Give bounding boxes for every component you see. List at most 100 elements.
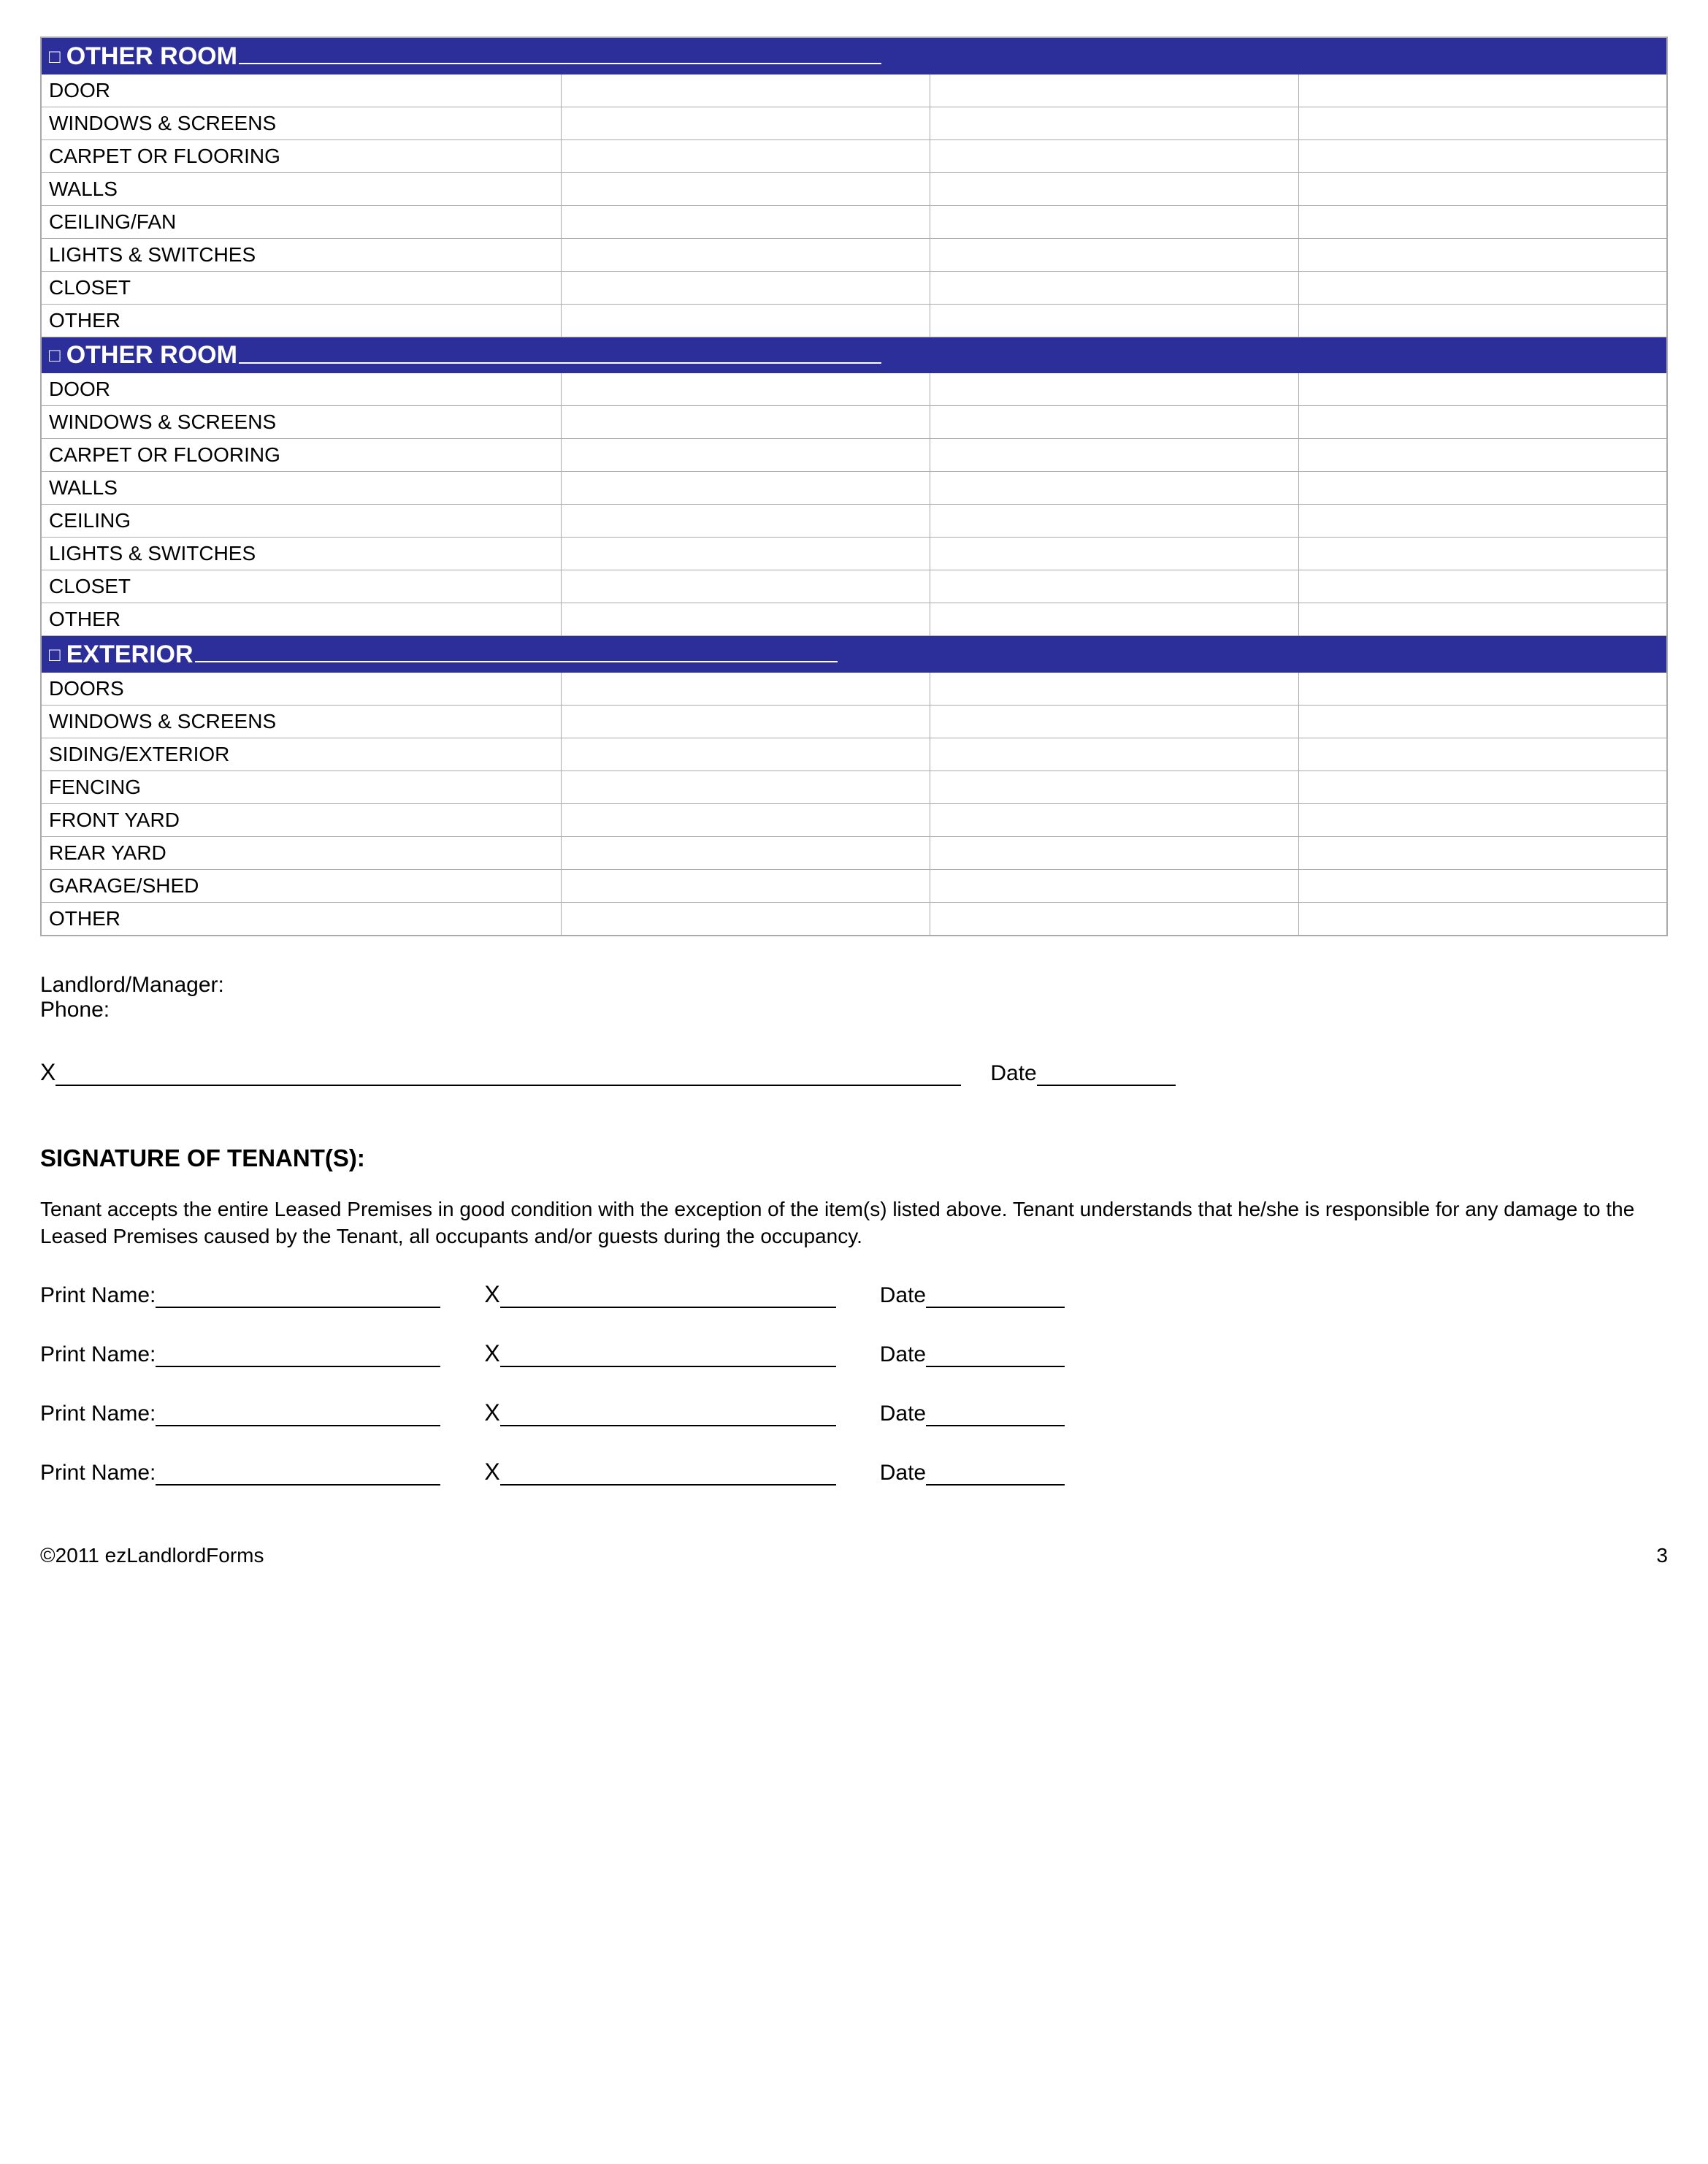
condition-cell[interactable] — [562, 304, 930, 337]
condition-cell[interactable] — [930, 304, 1299, 337]
condition-cell[interactable] — [562, 603, 930, 636]
condition-cell[interactable] — [562, 705, 930, 738]
condition-cell[interactable] — [562, 771, 930, 803]
condition-cell[interactable] — [930, 705, 1299, 738]
condition-cell[interactable] — [562, 271, 930, 304]
condition-cell[interactable] — [562, 570, 930, 603]
condition-cell[interactable] — [1298, 771, 1667, 803]
condition-cell[interactable] — [930, 836, 1299, 869]
checkbox-icon[interactable]: □ — [49, 344, 61, 367]
section-header: □OTHER ROOM — [41, 337, 1667, 373]
tenant-signature-rows: Print Name:XDatePrint Name:XDatePrint Na… — [40, 1281, 1668, 1486]
condition-cell[interactable] — [930, 570, 1299, 603]
condition-cell[interactable] — [930, 738, 1299, 771]
condition-cell[interactable] — [930, 439, 1299, 472]
condition-cell[interactable] — [930, 238, 1299, 271]
condition-cell[interactable] — [562, 107, 930, 139]
condition-cell[interactable] — [1298, 439, 1667, 472]
tenant-date-line[interactable] — [926, 1307, 1065, 1308]
condition-cell[interactable] — [562, 869, 930, 902]
condition-cell[interactable] — [1298, 570, 1667, 603]
condition-cell[interactable] — [930, 672, 1299, 705]
tenant-x-mark: X — [484, 1399, 499, 1426]
table-row: OTHER — [41, 603, 1667, 636]
table-row: DOOR — [41, 373, 1667, 406]
condition-cell[interactable] — [1298, 107, 1667, 139]
condition-cell[interactable] — [930, 803, 1299, 836]
table-row: CARPET OR FLOORING — [41, 439, 1667, 472]
condition-cell[interactable] — [1298, 271, 1667, 304]
condition-cell[interactable] — [1298, 603, 1667, 636]
landlord-date-line[interactable] — [1037, 1085, 1176, 1086]
condition-cell[interactable] — [930, 205, 1299, 238]
condition-cell[interactable] — [930, 603, 1299, 636]
condition-cell[interactable] — [1298, 205, 1667, 238]
condition-cell[interactable] — [930, 139, 1299, 172]
table-row: LIGHTS & SWITCHES — [41, 238, 1667, 271]
condition-cell[interactable] — [930, 869, 1299, 902]
tenant-signature-line[interactable] — [500, 1425, 836, 1426]
print-name-line[interactable] — [156, 1307, 440, 1308]
condition-cell[interactable] — [1298, 139, 1667, 172]
tenant-signature-line[interactable] — [500, 1366, 836, 1367]
condition-cell[interactable] — [930, 472, 1299, 505]
condition-cell[interactable] — [562, 738, 930, 771]
condition-cell[interactable] — [1298, 836, 1667, 869]
item-label: CLOSET — [41, 570, 562, 603]
tenant-date-line[interactable] — [926, 1484, 1065, 1486]
condition-cell[interactable] — [1298, 373, 1667, 406]
condition-cell[interactable] — [562, 902, 930, 936]
condition-cell[interactable] — [562, 172, 930, 205]
condition-cell[interactable] — [562, 406, 930, 439]
condition-cell[interactable] — [930, 373, 1299, 406]
item-label: FENCING — [41, 771, 562, 803]
condition-cell[interactable] — [930, 538, 1299, 570]
tenant-signature-line[interactable] — [500, 1307, 836, 1308]
condition-cell[interactable] — [1298, 705, 1667, 738]
condition-cell[interactable] — [930, 271, 1299, 304]
condition-cell[interactable] — [562, 472, 930, 505]
condition-cell[interactable] — [1298, 505, 1667, 538]
print-name-line[interactable] — [156, 1366, 440, 1367]
condition-cell[interactable] — [562, 238, 930, 271]
landlord-signature-line[interactable] — [55, 1085, 961, 1086]
condition-cell[interactable] — [930, 74, 1299, 107]
condition-cell[interactable] — [930, 172, 1299, 205]
condition-cell[interactable] — [562, 74, 930, 107]
condition-cell[interactable] — [1298, 538, 1667, 570]
condition-cell[interactable] — [1298, 304, 1667, 337]
condition-cell[interactable] — [562, 803, 930, 836]
condition-cell[interactable] — [930, 902, 1299, 936]
tenant-date-line[interactable] — [926, 1366, 1065, 1367]
condition-cell[interactable] — [930, 771, 1299, 803]
condition-cell[interactable] — [562, 538, 930, 570]
condition-cell[interactable] — [562, 373, 930, 406]
condition-cell[interactable] — [1298, 238, 1667, 271]
print-name-line[interactable] — [156, 1425, 440, 1426]
condition-cell[interactable] — [562, 439, 930, 472]
condition-cell[interactable] — [1298, 869, 1667, 902]
condition-cell[interactable] — [562, 205, 930, 238]
condition-cell[interactable] — [1298, 472, 1667, 505]
condition-cell[interactable] — [1298, 902, 1667, 936]
item-label: DOOR — [41, 373, 562, 406]
condition-cell[interactable] — [1298, 172, 1667, 205]
condition-cell[interactable] — [930, 505, 1299, 538]
condition-cell[interactable] — [562, 672, 930, 705]
condition-cell[interactable] — [930, 406, 1299, 439]
print-name-line[interactable] — [156, 1484, 440, 1486]
condition-cell[interactable] — [1298, 672, 1667, 705]
condition-cell[interactable] — [562, 836, 930, 869]
condition-cell[interactable] — [1298, 74, 1667, 107]
checkbox-icon[interactable]: □ — [49, 45, 61, 68]
condition-cell[interactable] — [562, 139, 930, 172]
condition-cell[interactable] — [562, 505, 930, 538]
condition-cell[interactable] — [1298, 803, 1667, 836]
condition-cell[interactable] — [930, 107, 1299, 139]
checkbox-icon[interactable]: □ — [49, 643, 61, 666]
tenant-date-line[interactable] — [926, 1425, 1065, 1426]
tenant-signature-line[interactable] — [500, 1484, 836, 1486]
section-title: EXTERIOR — [66, 641, 194, 669]
condition-cell[interactable] — [1298, 738, 1667, 771]
condition-cell[interactable] — [1298, 406, 1667, 439]
